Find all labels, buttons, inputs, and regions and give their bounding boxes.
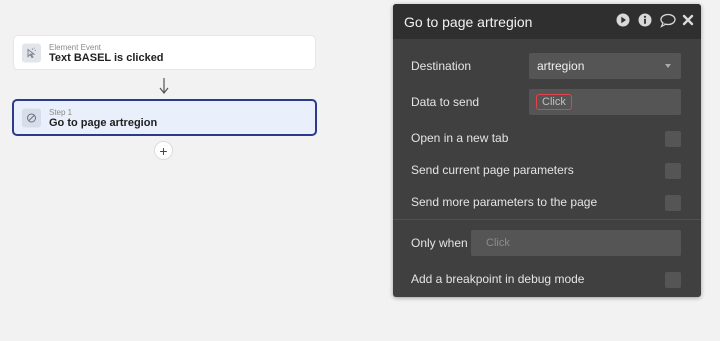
info-icon[interactable] (637, 12, 653, 28)
divider (393, 219, 701, 220)
close-icon[interactable] (681, 12, 697, 28)
property-panel: Go to page artregion Destination artregi… (393, 4, 701, 297)
only-when-label: Only when (411, 236, 468, 250)
send-current-params-checkbox[interactable] (665, 163, 681, 179)
send-more-params-checkbox[interactable] (665, 195, 681, 211)
navigate-icon (22, 108, 41, 127)
step-card[interactable]: Step 1 Go to page artregion (12, 99, 317, 136)
breakpoint-label: Add a breakpoint in debug mode (411, 272, 585, 286)
chevron-down-icon (665, 64, 671, 68)
event-card[interactable]: Element Event Text BASEL is clicked (13, 35, 316, 70)
event-type-label: Element Event (49, 43, 102, 52)
destination-label: Destination (411, 59, 472, 73)
event-title: Text BASEL is clicked (49, 52, 164, 64)
destination-value: artregion (537, 59, 585, 73)
data-to-send-label: Data to send (411, 95, 480, 109)
panel-header: Go to page artregion (393, 4, 701, 39)
only-when-placeholder: Click (486, 237, 510, 249)
open-new-tab-checkbox[interactable] (665, 131, 681, 147)
step-number-label: Step 1 (49, 108, 73, 117)
send-more-params-label: Send more parameters to the page (411, 195, 598, 209)
step-title: Go to page artregion (49, 117, 158, 129)
data-to-send-token[interactable]: Click (536, 94, 572, 110)
panel-title: Go to page artregion (404, 14, 533, 30)
only-when-field[interactable]: Click (471, 230, 681, 256)
cursor-click-icon (22, 43, 41, 62)
send-current-params-label: Send current page parameters (411, 163, 574, 177)
data-to-send-field[interactable]: Click (529, 89, 681, 115)
add-step-button[interactable]: + (154, 141, 173, 160)
flow-arrow-icon (159, 78, 169, 94)
play-icon[interactable] (615, 12, 631, 28)
open-new-tab-label: Open in a new tab (411, 131, 509, 145)
destination-dropdown[interactable]: artregion (529, 53, 681, 79)
breakpoint-checkbox[interactable] (665, 272, 681, 288)
comment-icon[interactable] (659, 12, 676, 28)
